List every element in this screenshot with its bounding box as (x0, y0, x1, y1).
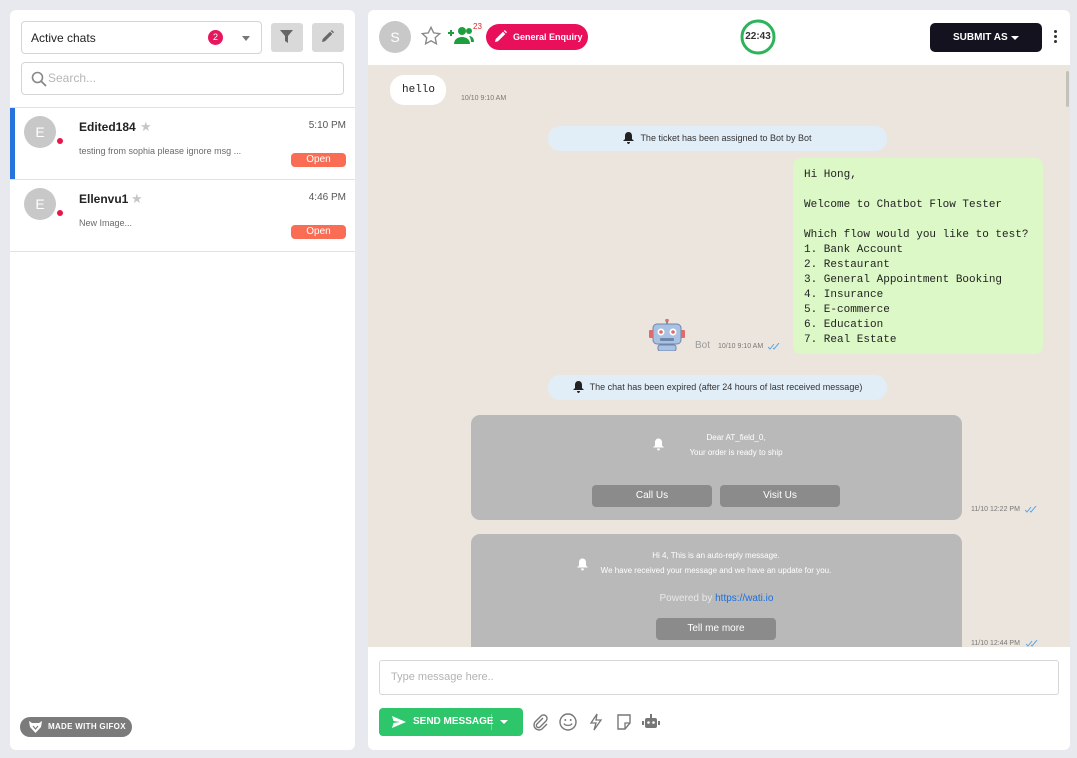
pencil-icon (495, 30, 507, 42)
topic-tag[interactable]: General Enquiry (486, 24, 588, 50)
avatar: E (24, 188, 56, 220)
unread-dot (57, 138, 63, 144)
send-message-label: SEND MESSAGE (413, 716, 494, 727)
message-thread: hello 10/10 9:10 AM The ticket has been … (368, 65, 1070, 647)
search-icon (31, 71, 47, 87)
scrollbar[interactable] (1066, 71, 1069, 107)
chat-list-item[interactable]: E Edited184 ★ 5:10 PM testing from sophi… (10, 108, 355, 180)
chat-time: 5:10 PM (308, 120, 346, 131)
avatar: E (24, 116, 56, 148)
bot-icon[interactable] (642, 713, 660, 731)
star-icon[interactable] (420, 25, 442, 47)
contact-name: Edited184 (79, 120, 136, 134)
edit-icon (322, 30, 334, 42)
send-icon (392, 716, 406, 728)
template-message: Hi 4, This is an auto-reply message. We … (471, 534, 962, 647)
powered-by: Powered by https://wati.io (471, 593, 962, 604)
bell-icon (572, 380, 584, 393)
chat-filter-label: Active chats (31, 31, 96, 45)
message-time: 11/10 12:44 PM (971, 640, 1020, 647)
message-composer (379, 660, 1059, 695)
submit-as-button[interactable]: SUBMIT AS (930, 23, 1042, 52)
divider (10, 251, 355, 252)
team-icon[interactable] (448, 26, 474, 44)
template-line: Your order is ready to ship (689, 448, 783, 457)
message-time: 11/10 12:22 PM (971, 506, 1020, 513)
filter-button[interactable] (271, 23, 303, 52)
star-icon[interactable]: ★ (131, 191, 143, 207)
contact-name: Ellenvu1 (79, 192, 129, 206)
template-line: We have received your message and we hav… (600, 566, 832, 575)
quick-reply-icon[interactable] (587, 713, 605, 731)
template-line: Hi 4, This is an auto-reply message. (652, 551, 780, 560)
chevron-down-icon (1011, 36, 1019, 40)
system-message: The chat has been expired (after 24 hour… (548, 375, 887, 400)
watermark-label: MADE WITH GIFOX (48, 722, 126, 731)
call-us-button[interactable]: Call Us (592, 485, 712, 507)
robot-icon (649, 319, 685, 351)
status-badge: Open (291, 225, 346, 239)
conversation-panel: S 23 General Enquiry 22:43 SUBMIT AS hel… (368, 10, 1070, 750)
kebab-icon[interactable] (1054, 30, 1058, 44)
session-timer: 22:43 (745, 31, 771, 42)
system-message-text: The chat has been expired (after 24 hour… (589, 382, 863, 392)
gifox-watermark: MADE WITH GIFOX (20, 717, 132, 737)
system-message: The ticket has been assigned to Bot by B… (548, 126, 887, 151)
tell-me-more-button[interactable]: Tell me more (656, 618, 776, 640)
chevron-down-icon (242, 36, 250, 41)
star-icon[interactable]: ★ (140, 119, 152, 135)
double-check-icon (1025, 506, 1037, 513)
submit-as-label: SUBMIT AS (953, 32, 1008, 43)
sender-name: Bot (695, 340, 711, 351)
sticker-icon[interactable] (615, 713, 633, 731)
search-input[interactable] (48, 71, 328, 85)
message-time: 10/10 9:10 AM (718, 343, 764, 350)
visit-us-button[interactable]: Visit Us (720, 485, 840, 507)
chat-time: 4:46 PM (308, 192, 346, 203)
chat-preview: testing from sophia please ignore msg ..… (79, 146, 242, 156)
status-badge: Open (291, 153, 346, 167)
attachment-icon[interactable] (531, 713, 549, 731)
outgoing-message: Hi Hong, Welcome to Chatbot Flow Tester … (793, 158, 1043, 354)
gifox-logo-icon (29, 721, 42, 733)
bell-icon (623, 131, 635, 144)
chat-list-panel: Active chats 2 E Edited184 ★ 5:10 PM tes… (10, 10, 355, 750)
chat-filter-select[interactable]: Active chats 2 (21, 21, 262, 54)
double-check-icon (1026, 640, 1038, 647)
chat-count-badge: 2 (208, 30, 223, 45)
edit-button[interactable] (312, 23, 344, 52)
double-check-icon (768, 343, 780, 350)
team-count: 23 (473, 22, 482, 31)
emoji-icon[interactable] (559, 713, 577, 731)
template-line: Dear AT_field_0, (706, 433, 766, 442)
wati-link[interactable]: https://wati.io (715, 593, 773, 604)
divider (491, 714, 492, 730)
message-input[interactable] (391, 671, 1041, 683)
incoming-message: hello (390, 75, 446, 105)
powered-by-label: Powered by (659, 593, 713, 604)
topic-tag-label: General Enquiry (513, 32, 583, 42)
filter-icon (280, 30, 293, 43)
template-message: Dear AT_field_0, Your order is ready to … (471, 415, 962, 520)
search-box (21, 62, 344, 95)
contact-avatar: S (379, 21, 411, 53)
chevron-down-icon[interactable] (500, 720, 508, 724)
send-message-button[interactable]: SEND MESSAGE (379, 708, 523, 736)
system-message-text: The ticket has been assigned to Bot by B… (640, 133, 812, 143)
unread-dot (57, 210, 63, 216)
chat-list-item[interactable]: E Ellenvu1 ★ 4:46 PM New Image... Open (10, 180, 355, 252)
chat-preview: New Image... (79, 218, 133, 228)
message-time: 10/10 9:10 AM (461, 95, 507, 102)
